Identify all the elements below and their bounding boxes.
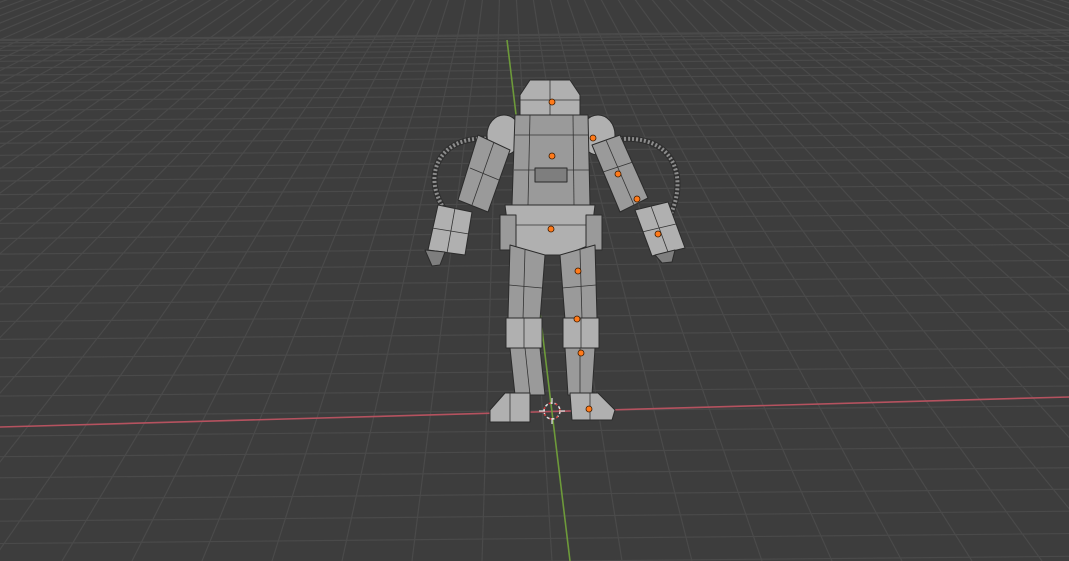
grid-line	[0, 0, 7, 561]
grid-line	[341, 0, 467, 561]
grid-line	[872, 0, 1069, 97]
left-forearm	[427, 204, 473, 256]
right-foot	[569, 392, 616, 421]
grid-line	[1041, 0, 1069, 10]
grid-line	[0, 488, 1069, 500]
grid-line	[0, 405, 1069, 417]
grid-line	[0, 532, 1069, 545]
right-thigh	[559, 244, 598, 321]
grid-line	[271, 0, 450, 561]
robot-torso	[511, 114, 591, 206]
grid-line	[0, 0, 23, 561]
grid-line	[201, 0, 433, 561]
grid-line	[0, 0, 38, 561]
grid-line	[0, 44, 1069, 57]
grid-line	[411, 0, 484, 561]
grid-line	[0, 29, 1069, 42]
grid-line	[0, 425, 1069, 437]
grid-line	[503, 555, 1069, 561]
grid-line	[922, 0, 1069, 63]
left-thigh	[507, 244, 546, 321]
grid-line	[481, 0, 501, 561]
grid-line	[889, 0, 1069, 85]
grid-line	[1024, 0, 1069, 16]
grid-line	[1007, 0, 1069, 22]
viewport-canvas[interactable]	[0, 0, 1069, 561]
x-axis-line	[0, 396, 1069, 428]
grid-line	[0, 446, 1069, 458]
grid-line	[1058, 0, 1069, 4]
3d-viewport[interactable]	[0, 0, 1069, 561]
grid-line	[0, 467, 1069, 479]
grid-line	[990, 0, 1069, 29]
grid-line	[0, 510, 1069, 522]
grid-line	[973, 0, 1069, 37]
grid-line	[131, 0, 416, 561]
